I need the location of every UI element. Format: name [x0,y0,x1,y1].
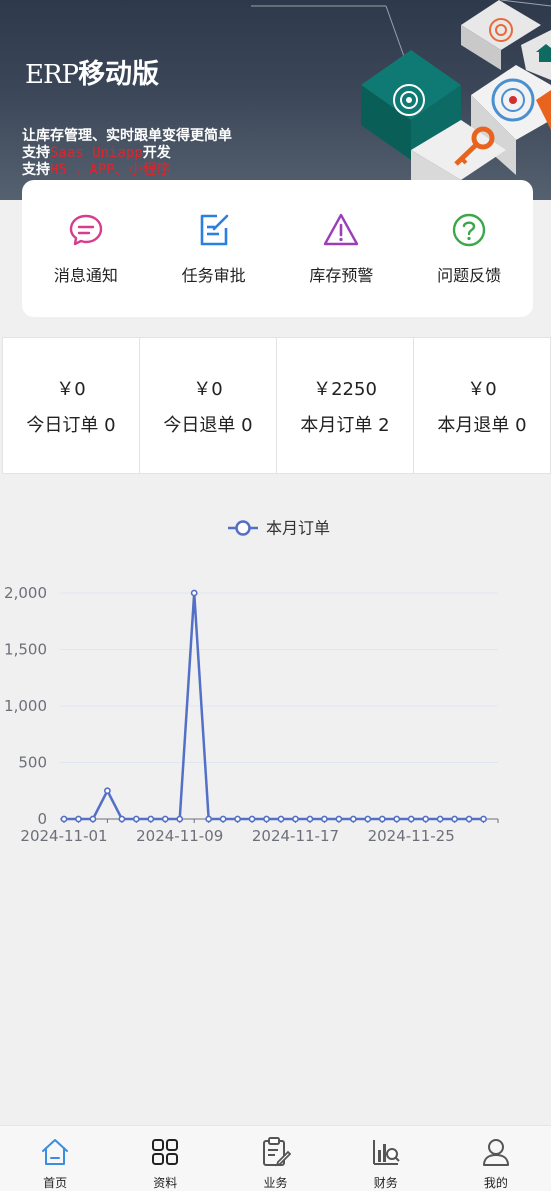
data-point [89,815,97,823]
quick-action-feedback[interactable]: 问题反馈 [414,211,524,286]
data-point [465,815,473,823]
banner: ERP移动版 让库存管理、实时跟单变得更简单 支持Saas Uniapp开发 支… [0,0,551,200]
data-point [147,815,155,823]
finance-chart-icon [372,1140,400,1165]
banner-title-cn: 移动版 [78,59,160,90]
x-tick-label: 2024-11-25 [368,827,455,845]
stat-amount: ￥0 [467,378,497,400]
data-point [451,815,458,823]
data-point [306,815,314,823]
y-tick-label: 500 [18,754,47,772]
banner-line-3: 支持H5 、APP、小程序 [22,162,171,178]
data-point [118,815,126,823]
stat-month-returns[interactable]: ￥0 本月退单 0 [414,338,551,473]
data-point [320,815,328,823]
legend-marker [235,520,251,536]
quick-action-label: 消息通知 [53,266,118,285]
stat-label: 本月退单 0 [437,414,527,436]
tab-label: 财务 [373,1176,398,1190]
quick-action-label: 问题反馈 [437,266,502,285]
data-point [248,815,256,823]
data-point [393,815,401,823]
stat-today-orders[interactable]: ￥0 今日订单 0 [3,338,140,473]
quick-actions-card: 消息通知 任务审批 库存预警 问题反馈 [22,180,533,317]
data-point [407,815,415,823]
data-point [234,815,241,823]
quick-action-messages[interactable]: 消息通知 [31,211,141,286]
tab-home[interactable]: 首页 [0,1126,110,1191]
warning-icon [324,213,359,246]
message-icon [69,214,103,246]
question-icon [452,213,486,247]
user-icon [482,1139,509,1166]
monthly-orders-chart: 0 500 1,000 1,500 2,000 2024-11-01 2024-11-09 2… [4,519,499,845]
stat-label: 本月订单 2 [300,414,390,436]
tab-label: 业务 [263,1176,288,1190]
order-stats: ￥0 今日订单 0 ￥0 今日退单 0 ￥2250 本月订单 2 ￥0 本月退单… [2,337,551,474]
banner-title-en: ERP [25,60,79,90]
y-tick-label: 1,500 [4,641,47,659]
quick-action-label: 任务审批 [181,266,246,285]
tab-mine[interactable]: 我的 [441,1126,551,1191]
data-point [161,815,169,823]
banner-illustration [251,0,551,200]
tab-label: 首页 [43,1176,68,1190]
bottom-tab-bar: 首页 资料 业务 财务 我的 [0,1125,551,1191]
stat-label: 今日订单 0 [26,414,116,436]
legend-label: 本月订单 [266,519,330,538]
clipboard-icon [262,1137,291,1167]
edit-icon [200,214,228,246]
data-point [104,787,111,795]
data-point [60,815,68,823]
data-point [364,815,372,823]
data-point [263,815,270,823]
banner-line-1: 让库存管理、实时跟单变得更简单 [22,128,232,144]
tab-business[interactable]: 业务 [220,1126,330,1191]
y-tick-label: 1,000 [4,697,47,715]
data-point [335,815,343,823]
data-point [349,815,357,823]
y-tick-label: 2,000 [4,584,47,602]
quick-action-label: 库存预警 [309,266,374,285]
banner-slogan: 让库存管理、实时跟单变得更简单 支持Saas Uniapp开发 支持H5 、AP… [22,128,232,179]
banner-title: ERP移动版 [25,52,159,91]
banner-line-2: 支持Saas Uniapp开发 [22,145,171,161]
x-tick-label: 2024-11-01 [20,827,107,845]
data-point [205,815,213,823]
stat-amount: ￥0 [193,378,223,400]
quick-action-approval[interactable]: 任务审批 [159,211,269,286]
data-point [190,589,198,597]
data-point [292,815,299,823]
data-point [277,815,285,823]
stat-amount: ￥2250 [313,378,377,400]
stat-today-returns[interactable]: ￥0 今日退单 0 [140,338,277,473]
stat-amount: ￥0 [56,378,86,400]
data-point [378,815,386,823]
data-point [219,815,227,823]
data-point [75,815,82,823]
data-point [132,815,140,823]
data-point [436,815,444,823]
quick-action-stock-warning[interactable]: 库存预警 [286,211,396,286]
home-icon [42,1139,69,1165]
tab-label: 资料 [153,1176,178,1190]
tab-data[interactable]: 资料 [110,1126,220,1191]
stat-month-orders[interactable]: ￥2250 本月订单 2 [277,338,414,473]
tab-finance[interactable]: 财务 [331,1126,441,1191]
data-point [422,815,430,823]
x-tick-label: 2024-11-09 [136,827,223,845]
tab-label: 我的 [483,1176,508,1190]
x-tick-label: 2024-11-17 [252,827,339,845]
data-point [176,815,184,823]
stat-label: 今日退单 0 [163,414,253,436]
data-point [480,815,487,823]
grid-icon [152,1139,179,1165]
y-tick-label: 0 [37,810,47,828]
